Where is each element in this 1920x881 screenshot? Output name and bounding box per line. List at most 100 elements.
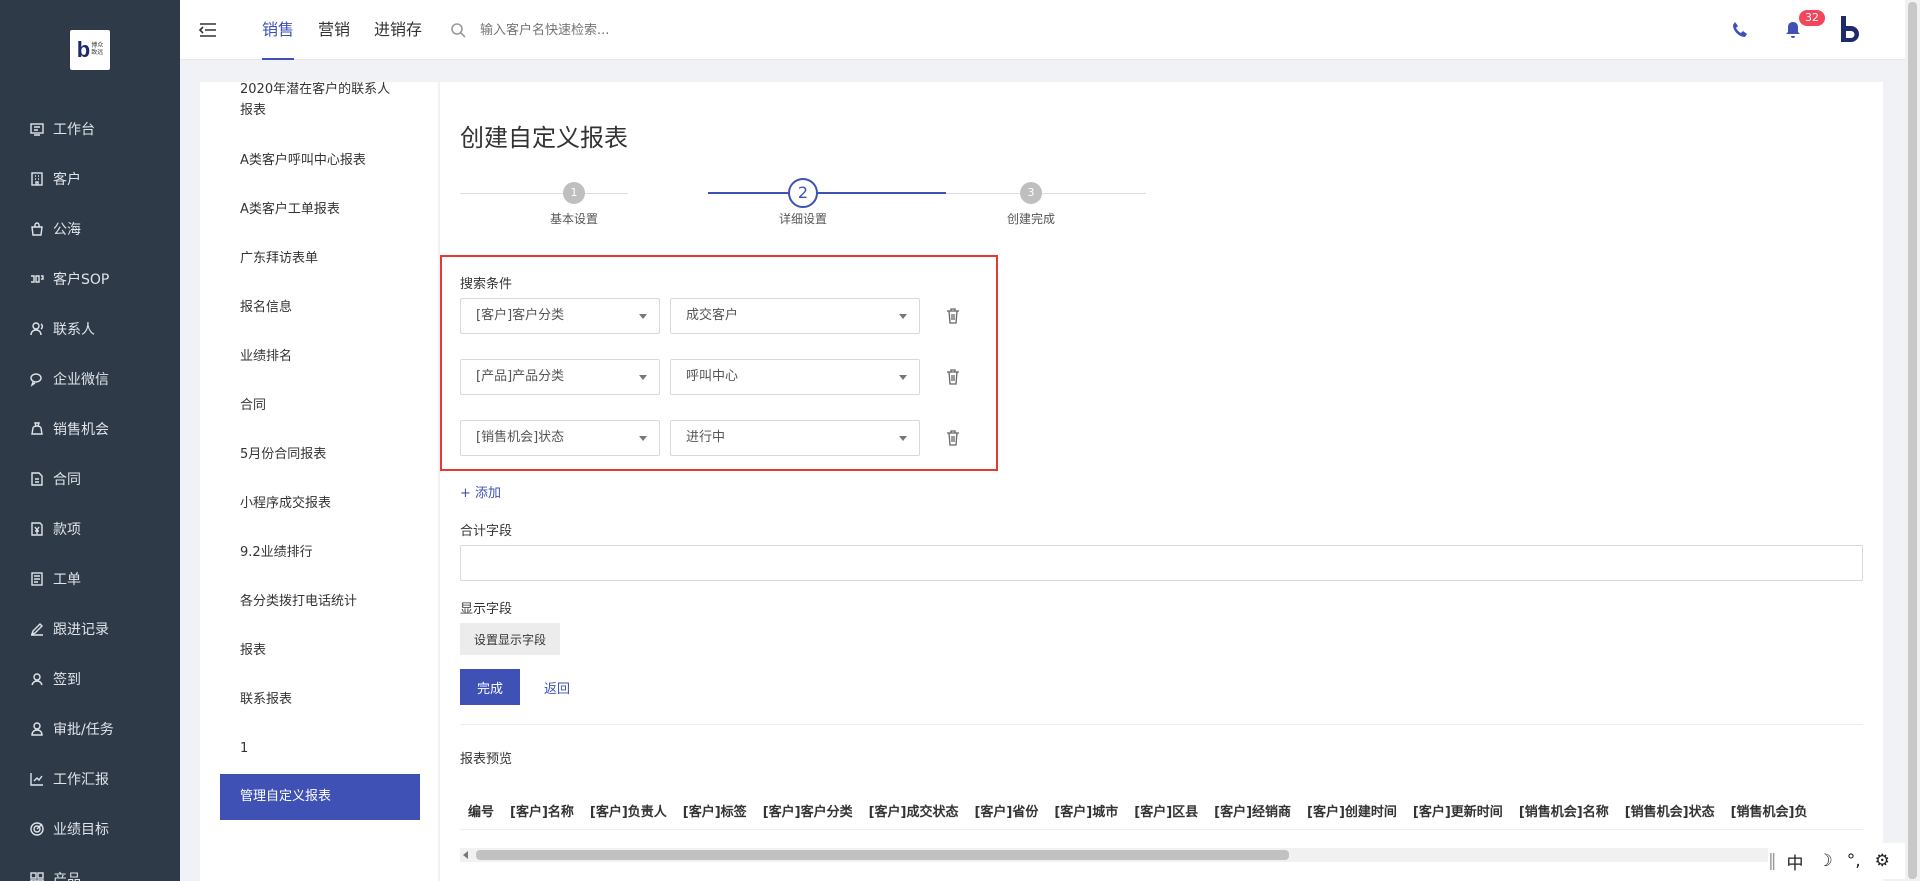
report-item[interactable]: 5月份合同报表: [200, 444, 438, 465]
divider: [460, 724, 1863, 725]
nav-item[interactable]: 产品: [0, 854, 180, 881]
total-fields-input[interactable]: [460, 545, 1863, 581]
report-list: 2020年潜在客户的联系人 报表 A类客户呼叫中心报表 A类客户工单报表 广东拜访…: [200, 82, 438, 881]
trash-icon[interactable]: [946, 369, 960, 385]
top-tab[interactable]: 营销: [306, 0, 362, 60]
report-item[interactable]: 1: [200, 738, 438, 759]
nav-item-label: 签到: [53, 672, 81, 688]
nav-item[interactable]: 审批/任务: [0, 704, 180, 754]
moon-icon[interactable]: ☽: [1818, 851, 1833, 871]
company-logo[interactable]: b 博众 致远: [70, 30, 110, 70]
report-item[interactable]: 9.2业绩排行: [200, 542, 438, 563]
preview-scrollbar-thumb[interactable]: [476, 850, 1289, 860]
report-item[interactable]: A类客户工单报表: [200, 199, 438, 220]
set-display-fields-button[interactable]: 设置显示字段: [460, 623, 560, 655]
payment-icon: [28, 520, 46, 538]
condition-value-select[interactable]: 成交客户: [670, 298, 920, 334]
ticket-icon: [28, 570, 46, 588]
nav-item[interactable]: 工作汇报: [0, 754, 180, 804]
nav-item[interactable]: 客户: [0, 154, 180, 204]
trash-icon[interactable]: [946, 430, 960, 446]
table-header-cell: [客户]客户分类: [762, 804, 853, 820]
report-item[interactable]: 报表: [200, 640, 438, 661]
chevron-down-icon: [899, 314, 907, 319]
top-tab[interactable]: 进销存: [362, 0, 434, 60]
contract-icon: [28, 470, 46, 488]
search-conditions-label: 搜索条件: [460, 277, 513, 292]
nav-item-label: 产品: [53, 872, 81, 881]
nav-item-label: 工单: [53, 572, 81, 588]
nav-item[interactable]: 企业微信: [0, 354, 180, 404]
nav-item-label: 业绩目标: [53, 822, 109, 838]
report-item[interactable]: 小程序成交报表: [200, 493, 438, 514]
phone-icon[interactable]: [1730, 20, 1750, 40]
nav-item[interactable]: 销售机会: [0, 404, 180, 454]
page-scrollbar[interactable]: [1905, 0, 1920, 881]
nav-item-label: 合同: [53, 472, 81, 488]
nav-item[interactable]: 公海: [0, 204, 180, 254]
table-header-cell: [销售机会]状态: [1624, 804, 1715, 820]
chevron-down-icon: [639, 436, 647, 441]
finish-button[interactable]: 完成: [460, 669, 520, 705]
target-icon: [28, 820, 46, 838]
report-icon: [28, 770, 46, 788]
ime-divider: ‖: [1768, 851, 1777, 871]
contacts-icon: [28, 320, 46, 338]
condition-field-select[interactable]: [产品]产品分类: [460, 359, 660, 395]
report-item[interactable]: 合同: [200, 395, 438, 416]
report-item[interactable]: 联系报表: [200, 689, 438, 710]
condition-field-select[interactable]: [销售机会]状态: [460, 420, 660, 456]
table-header-cell: [客户]经销商: [1214, 804, 1292, 820]
preview-horizontal-scrollbar[interactable]: [460, 848, 1863, 862]
bag-icon: [28, 220, 46, 238]
report-item[interactable]: 广东拜访表单: [200, 248, 438, 269]
punctuation-toggle[interactable]: °,: [1847, 851, 1861, 871]
table-header-cell: [客户]名称: [510, 804, 574, 820]
nav-item[interactable]: 签到: [0, 654, 180, 704]
table-header-cell: [客户]负责人: [589, 804, 667, 820]
report-item[interactable]: 报名信息: [200, 297, 438, 318]
table-header-cell: [销售机会]负: [1730, 804, 1808, 820]
top-tab[interactable]: 销售: [250, 0, 306, 60]
brand-b-icon[interactable]: [1837, 14, 1865, 46]
trash-icon[interactable]: [946, 308, 960, 324]
condition-value-select[interactable]: 进行中: [670, 420, 920, 456]
grid-icon: [28, 870, 46, 881]
nav-item[interactable]: 款项: [0, 504, 180, 554]
nav-item-label: 联系人: [53, 322, 95, 338]
report-item[interactable]: 2020年潜在客户的联系人 报表: [200, 82, 438, 121]
table-header-cell: [客户]更新时间: [1412, 804, 1503, 820]
report-item[interactable]: 业绩排名: [200, 346, 438, 367]
nav-item[interactable]: 客户SOP: [0, 254, 180, 304]
nav-item[interactable]: 工作台: [0, 104, 180, 154]
notification-badge: 32: [1799, 10, 1825, 26]
nav-item[interactable]: 跟进记录: [0, 604, 180, 654]
customer-search[interactable]: [450, 18, 710, 42]
add-condition-link[interactable]: + 添加: [460, 482, 501, 501]
steps-progress: 1 基本设置 2 详细设置 3 创建完成: [460, 178, 1146, 228]
condition-value-select[interactable]: 呼叫中心: [670, 359, 920, 395]
table-header-cell: [客户]省份: [974, 804, 1039, 820]
report-item-active-manage[interactable]: 管理自定义报表: [220, 774, 420, 820]
scroll-left-icon[interactable]: [463, 851, 468, 859]
condition-field-select[interactable]: [客户]客户分类: [460, 298, 660, 334]
report-item[interactable]: A类客户呼叫中心报表: [200, 150, 438, 171]
gear-icon[interactable]: ⚙: [1875, 851, 1890, 871]
ime-lang-toggle[interactable]: 中: [1787, 849, 1804, 874]
total-fields-label: 合计字段: [460, 524, 513, 539]
nav-item[interactable]: 联系人: [0, 304, 180, 354]
nav-item[interactable]: 合同: [0, 454, 180, 504]
nav-item[interactable]: 工单: [0, 554, 180, 604]
approval-icon: [28, 720, 46, 738]
display-fields-label: 显示字段: [460, 602, 513, 617]
page-scrollbar-thumb[interactable]: [1908, 2, 1917, 879]
nav-item-label: 工作台: [53, 122, 95, 138]
nav-item-label: 工作汇报: [53, 772, 109, 788]
report-item[interactable]: 各分类拨打电话统计: [200, 591, 438, 612]
step-1: 1 基本设置: [514, 178, 634, 227]
customer-search-input[interactable]: [480, 22, 680, 38]
table-header-cell: [客户]标签: [682, 804, 747, 820]
menu-collapse-icon[interactable]: [198, 20, 218, 40]
back-link[interactable]: 返回: [544, 678, 570, 697]
nav-item[interactable]: 业绩目标: [0, 804, 180, 854]
